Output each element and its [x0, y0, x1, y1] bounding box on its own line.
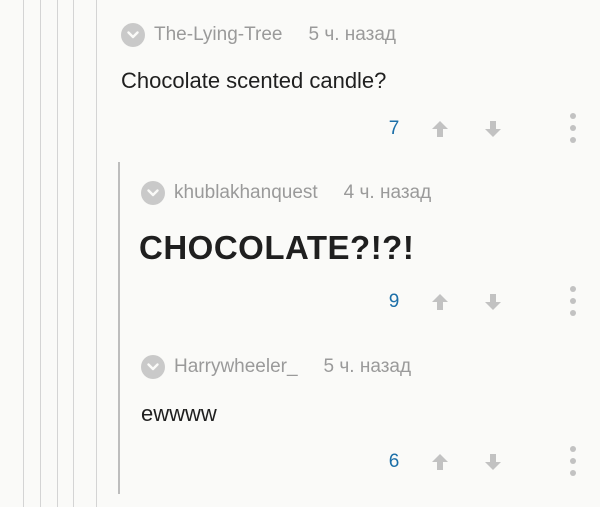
arrow-down-icon — [485, 294, 501, 310]
comment-actions: 9 — [0, 286, 600, 319]
reply-thread-bar — [118, 162, 120, 494]
arrow-up-icon — [432, 294, 448, 310]
more-dot — [570, 125, 576, 131]
downvote-button[interactable] — [480, 289, 506, 315]
timestamp: 5 ч. назад — [323, 356, 412, 377]
arrow-down-icon — [485, 454, 501, 470]
more-dot — [570, 310, 576, 316]
more-options-button[interactable] — [563, 286, 583, 316]
downvote-button[interactable] — [480, 116, 506, 142]
comment-text: Chocolate scented candle? — [121, 68, 387, 93]
more-vertical-icon — [570, 113, 576, 119]
downvote-button[interactable] — [480, 449, 506, 475]
vote-score: 9 — [388, 291, 400, 312]
chevron-down-icon[interactable] — [141, 181, 165, 205]
more-dot — [570, 298, 576, 304]
more-dot — [570, 137, 576, 143]
comment-actions: 7 — [0, 113, 600, 146]
arrow-up-icon — [432, 454, 448, 470]
more-options-button[interactable] — [563, 446, 583, 476]
more-dot — [570, 470, 576, 476]
arrow-down-icon — [485, 121, 501, 137]
username[interactable]: The-Lying-Tree — [154, 24, 282, 46]
timestamp: 4 ч. назад — [343, 182, 432, 203]
username[interactable]: Harrywheeler_ — [174, 356, 298, 378]
timestamp: 5 ч. назад — [308, 24, 396, 45]
chevron-down-icon[interactable] — [121, 23, 145, 47]
comment-header: Harrywheeler_ 5 ч. назад — [141, 355, 411, 379]
comment-text: CHOCOLATE?!?! — [139, 229, 415, 266]
more-options-button[interactable] — [563, 113, 583, 143]
username[interactable]: khublakhanquest — [174, 182, 318, 204]
comment-header: The-Lying-Tree 5 ч. назад — [121, 23, 396, 47]
arrow-up-icon — [432, 121, 448, 137]
vote-score: 6 — [388, 451, 400, 472]
thread-line — [40, 0, 41, 507]
comment-text: ewwww — [141, 401, 217, 426]
upvote-button[interactable] — [427, 449, 453, 475]
upvote-button[interactable] — [427, 116, 453, 142]
thread-line — [73, 0, 74, 507]
more-vertical-icon — [570, 446, 576, 452]
thread-line — [57, 0, 58, 507]
more-dot — [570, 458, 576, 464]
chevron-down-icon[interactable] — [141, 355, 165, 379]
thread-line — [23, 0, 24, 507]
comment-header: khublakhanquest 4 ч. назад — [141, 181, 431, 205]
thread-line — [96, 0, 97, 507]
upvote-button[interactable] — [427, 289, 453, 315]
comment-actions: 6 — [0, 446, 600, 479]
vote-score: 7 — [388, 118, 400, 139]
more-vertical-icon — [570, 286, 576, 292]
